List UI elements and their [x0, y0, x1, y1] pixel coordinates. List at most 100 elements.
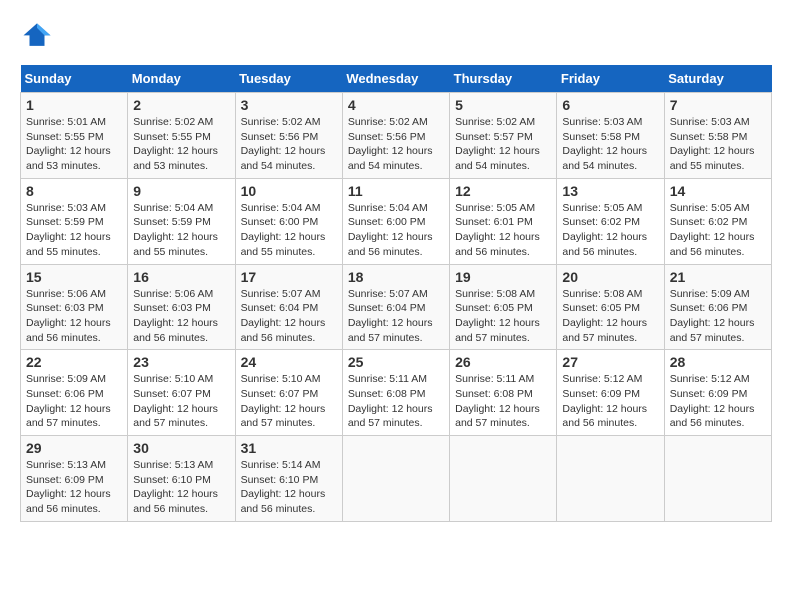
weekday-header-tuesday: Tuesday: [235, 65, 342, 93]
day-number: 24: [241, 354, 337, 370]
calendar-week-1: 1 Sunrise: 5:01 AMSunset: 5:55 PMDayligh…: [21, 93, 772, 179]
calendar-week-2: 8 Sunrise: 5:03 AMSunset: 5:59 PMDayligh…: [21, 178, 772, 264]
day-info: Sunrise: 5:12 AMSunset: 6:09 PMDaylight:…: [562, 373, 647, 429]
calendar-cell: [342, 436, 449, 522]
calendar-cell: 12 Sunrise: 5:05 AMSunset: 6:01 PMDaylig…: [450, 178, 557, 264]
day-number: 31: [241, 440, 337, 456]
day-info: Sunrise: 5:03 AMSunset: 5:59 PMDaylight:…: [26, 202, 111, 258]
day-number: 23: [133, 354, 229, 370]
calendar-cell: 6 Sunrise: 5:03 AMSunset: 5:58 PMDayligh…: [557, 93, 664, 179]
weekday-header-wednesday: Wednesday: [342, 65, 449, 93]
calendar-cell: 28 Sunrise: 5:12 AMSunset: 6:09 PMDaylig…: [664, 350, 771, 436]
day-info: Sunrise: 5:02 AMSunset: 5:56 PMDaylight:…: [348, 116, 433, 172]
day-number: 12: [455, 183, 551, 199]
day-number: 15: [26, 269, 122, 285]
day-number: 20: [562, 269, 658, 285]
day-info: Sunrise: 5:11 AMSunset: 6:08 PMDaylight:…: [348, 373, 433, 429]
day-info: Sunrise: 5:04 AMSunset: 6:00 PMDaylight:…: [241, 202, 326, 258]
day-info: Sunrise: 5:07 AMSunset: 6:04 PMDaylight:…: [241, 288, 326, 344]
day-number: 11: [348, 183, 444, 199]
logo-icon: [22, 20, 52, 50]
day-number: 7: [670, 97, 766, 113]
day-number: 26: [455, 354, 551, 370]
day-info: Sunrise: 5:09 AMSunset: 6:06 PMDaylight:…: [26, 373, 111, 429]
day-number: 21: [670, 269, 766, 285]
calendar-cell: 24 Sunrise: 5:10 AMSunset: 6:07 PMDaylig…: [235, 350, 342, 436]
day-info: Sunrise: 5:14 AMSunset: 6:10 PMDaylight:…: [241, 459, 326, 515]
day-number: 16: [133, 269, 229, 285]
calendar-cell: 1 Sunrise: 5:01 AMSunset: 5:55 PMDayligh…: [21, 93, 128, 179]
day-number: 19: [455, 269, 551, 285]
day-number: 6: [562, 97, 658, 113]
weekday-header-monday: Monday: [128, 65, 235, 93]
weekday-header-sunday: Sunday: [21, 65, 128, 93]
day-info: Sunrise: 5:03 AMSunset: 5:58 PMDaylight:…: [562, 116, 647, 172]
day-info: Sunrise: 5:05 AMSunset: 6:01 PMDaylight:…: [455, 202, 540, 258]
weekday-header-saturday: Saturday: [664, 65, 771, 93]
day-number: 18: [348, 269, 444, 285]
calendar-cell: 16 Sunrise: 5:06 AMSunset: 6:03 PMDaylig…: [128, 264, 235, 350]
day-info: Sunrise: 5:05 AMSunset: 6:02 PMDaylight:…: [562, 202, 647, 258]
calendar-cell: 19 Sunrise: 5:08 AMSunset: 6:05 PMDaylig…: [450, 264, 557, 350]
day-number: 10: [241, 183, 337, 199]
day-info: Sunrise: 5:03 AMSunset: 5:58 PMDaylight:…: [670, 116, 755, 172]
calendar-cell: 27 Sunrise: 5:12 AMSunset: 6:09 PMDaylig…: [557, 350, 664, 436]
weekday-header-friday: Friday: [557, 65, 664, 93]
day-number: 25: [348, 354, 444, 370]
calendar-week-5: 29 Sunrise: 5:13 AMSunset: 6:09 PMDaylig…: [21, 436, 772, 522]
day-info: Sunrise: 5:12 AMSunset: 6:09 PMDaylight:…: [670, 373, 755, 429]
day-info: Sunrise: 5:13 AMSunset: 6:10 PMDaylight:…: [133, 459, 218, 515]
day-number: 30: [133, 440, 229, 456]
day-info: Sunrise: 5:10 AMSunset: 6:07 PMDaylight:…: [133, 373, 218, 429]
calendar-cell: 10 Sunrise: 5:04 AMSunset: 6:00 PMDaylig…: [235, 178, 342, 264]
header: [20, 20, 772, 55]
day-info: Sunrise: 5:04 AMSunset: 5:59 PMDaylight:…: [133, 202, 218, 258]
calendar-cell: 17 Sunrise: 5:07 AMSunset: 6:04 PMDaylig…: [235, 264, 342, 350]
day-info: Sunrise: 5:10 AMSunset: 6:07 PMDaylight:…: [241, 373, 326, 429]
calendar-week-3: 15 Sunrise: 5:06 AMSunset: 6:03 PMDaylig…: [21, 264, 772, 350]
day-info: Sunrise: 5:08 AMSunset: 6:05 PMDaylight:…: [455, 288, 540, 344]
day-info: Sunrise: 5:02 AMSunset: 5:56 PMDaylight:…: [241, 116, 326, 172]
calendar-cell: 25 Sunrise: 5:11 AMSunset: 6:08 PMDaylig…: [342, 350, 449, 436]
calendar-cell: [664, 436, 771, 522]
day-info: Sunrise: 5:06 AMSunset: 6:03 PMDaylight:…: [26, 288, 111, 344]
calendar-week-4: 22 Sunrise: 5:09 AMSunset: 6:06 PMDaylig…: [21, 350, 772, 436]
calendar-cell: 26 Sunrise: 5:11 AMSunset: 6:08 PMDaylig…: [450, 350, 557, 436]
day-number: 29: [26, 440, 122, 456]
weekday-header-row: SundayMondayTuesdayWednesdayThursdayFrid…: [21, 65, 772, 93]
calendar-cell: 21 Sunrise: 5:09 AMSunset: 6:06 PMDaylig…: [664, 264, 771, 350]
calendar-cell: 15 Sunrise: 5:06 AMSunset: 6:03 PMDaylig…: [21, 264, 128, 350]
day-number: 5: [455, 97, 551, 113]
calendar-cell: 13 Sunrise: 5:05 AMSunset: 6:02 PMDaylig…: [557, 178, 664, 264]
calendar-cell: 18 Sunrise: 5:07 AMSunset: 6:04 PMDaylig…: [342, 264, 449, 350]
calendar-table: SundayMondayTuesdayWednesdayThursdayFrid…: [20, 65, 772, 522]
day-info: Sunrise: 5:04 AMSunset: 6:00 PMDaylight:…: [348, 202, 433, 258]
calendar-cell: 9 Sunrise: 5:04 AMSunset: 5:59 PMDayligh…: [128, 178, 235, 264]
day-info: Sunrise: 5:02 AMSunset: 5:57 PMDaylight:…: [455, 116, 540, 172]
calendar-cell: 5 Sunrise: 5:02 AMSunset: 5:57 PMDayligh…: [450, 93, 557, 179]
day-number: 9: [133, 183, 229, 199]
day-info: Sunrise: 5:08 AMSunset: 6:05 PMDaylight:…: [562, 288, 647, 344]
day-number: 17: [241, 269, 337, 285]
day-number: 13: [562, 183, 658, 199]
calendar-cell: 14 Sunrise: 5:05 AMSunset: 6:02 PMDaylig…: [664, 178, 771, 264]
day-number: 1: [26, 97, 122, 113]
calendar-cell: 20 Sunrise: 5:08 AMSunset: 6:05 PMDaylig…: [557, 264, 664, 350]
calendar-cell: [557, 436, 664, 522]
calendar-cell: 29 Sunrise: 5:13 AMSunset: 6:09 PMDaylig…: [21, 436, 128, 522]
calendar-cell: 2 Sunrise: 5:02 AMSunset: 5:55 PMDayligh…: [128, 93, 235, 179]
calendar-cell: 8 Sunrise: 5:03 AMSunset: 5:59 PMDayligh…: [21, 178, 128, 264]
day-number: 27: [562, 354, 658, 370]
calendar-cell: 23 Sunrise: 5:10 AMSunset: 6:07 PMDaylig…: [128, 350, 235, 436]
day-number: 3: [241, 97, 337, 113]
day-info: Sunrise: 5:06 AMSunset: 6:03 PMDaylight:…: [133, 288, 218, 344]
calendar-cell: 4 Sunrise: 5:02 AMSunset: 5:56 PMDayligh…: [342, 93, 449, 179]
day-number: 8: [26, 183, 122, 199]
weekday-header-thursday: Thursday: [450, 65, 557, 93]
calendar-cell: 30 Sunrise: 5:13 AMSunset: 6:10 PMDaylig…: [128, 436, 235, 522]
day-number: 28: [670, 354, 766, 370]
calendar-cell: 3 Sunrise: 5:02 AMSunset: 5:56 PMDayligh…: [235, 93, 342, 179]
day-info: Sunrise: 5:13 AMSunset: 6:09 PMDaylight:…: [26, 459, 111, 515]
calendar-cell: 11 Sunrise: 5:04 AMSunset: 6:00 PMDaylig…: [342, 178, 449, 264]
day-info: Sunrise: 5:01 AMSunset: 5:55 PMDaylight:…: [26, 116, 111, 172]
